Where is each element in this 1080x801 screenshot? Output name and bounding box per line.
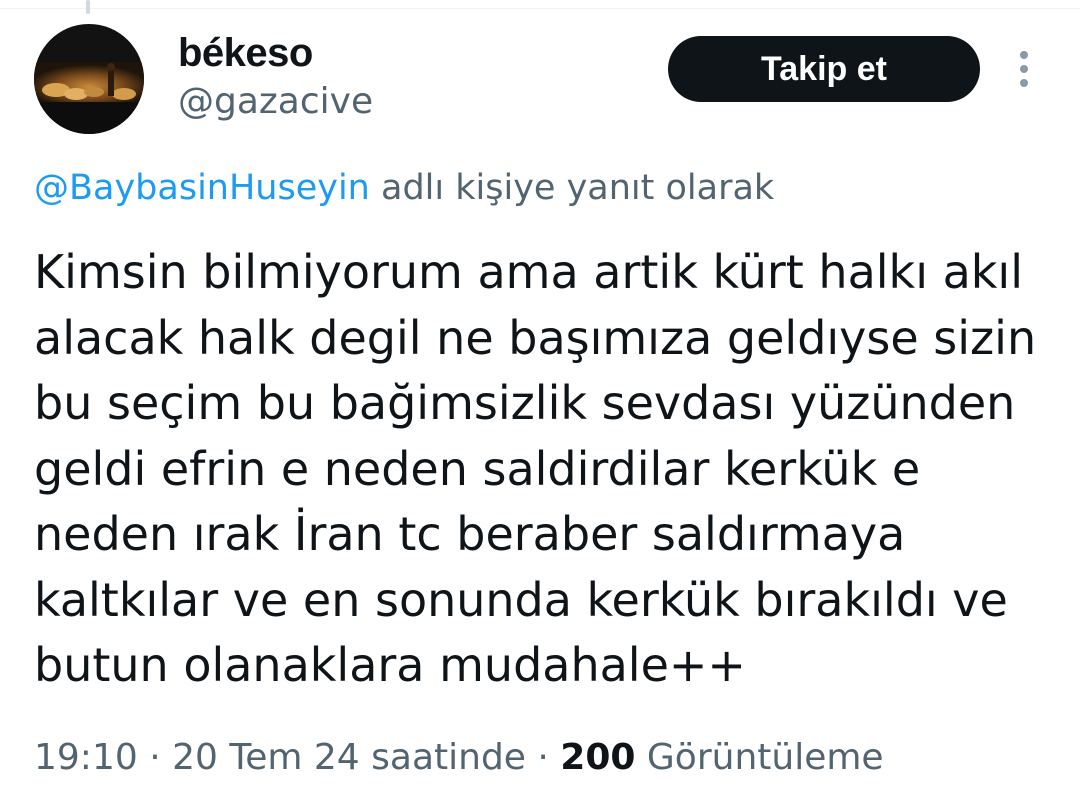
author-handle[interactable]: @gazacive (178, 80, 373, 124)
meta-separator: · (525, 737, 561, 778)
tweet-text: Kimsin bilmiyorum ama artik kürt halkı a… (34, 240, 1054, 699)
thread-connector (86, 0, 90, 14)
more-button[interactable] (1006, 46, 1042, 92)
tweet-line: neden ırak İran tc beraber saldırmaya (34, 507, 906, 561)
tweet-meta: 19:10 · 20 Tem 24 saatinde · 200 Görüntü… (34, 733, 884, 783)
tweet-line: geldi efrin e neden saldirdilar kerkük e (34, 441, 921, 496)
follow-button[interactable]: Takip et (668, 36, 980, 102)
tweet-line: butun olanaklara mudahale++ (34, 638, 746, 692)
painting-avatar-icon (34, 24, 144, 134)
views-label: Görüntüleme (646, 737, 884, 778)
reply-suffix: adlı kişiye yanıt olarak (381, 168, 775, 208)
avatar[interactable] (34, 24, 144, 134)
tweet-line: alacak halk degil ne başımıza geldıyse s… (34, 310, 1037, 365)
tweet-line: kaltkılar ve en sonunda kerkük bırakıldı… (34, 572, 1008, 627)
views-count: 200 (560, 737, 636, 778)
reply-mention-link[interactable]: @BaybasinHuseyin (34, 168, 370, 208)
tweet-date[interactable]: 20 Tem 24 saatinde (172, 737, 526, 778)
reply-context: @BaybasinHuseyin adlı kişiye yanıt olara… (34, 166, 774, 210)
meta-separator: · (137, 737, 173, 778)
tweet-line: Kimsin bilmiyorum ama artik kürt halkı a… (34, 245, 1023, 299)
tweet-line: bu seçim bu bağimsizlik sevdası yüzünden (34, 376, 1016, 430)
author-display-name[interactable]: békeso (178, 30, 313, 76)
top-divider (0, 0, 1080, 9)
more-vertical-icon (1020, 51, 1028, 87)
tweet-time[interactable]: 19:10 (34, 737, 138, 778)
